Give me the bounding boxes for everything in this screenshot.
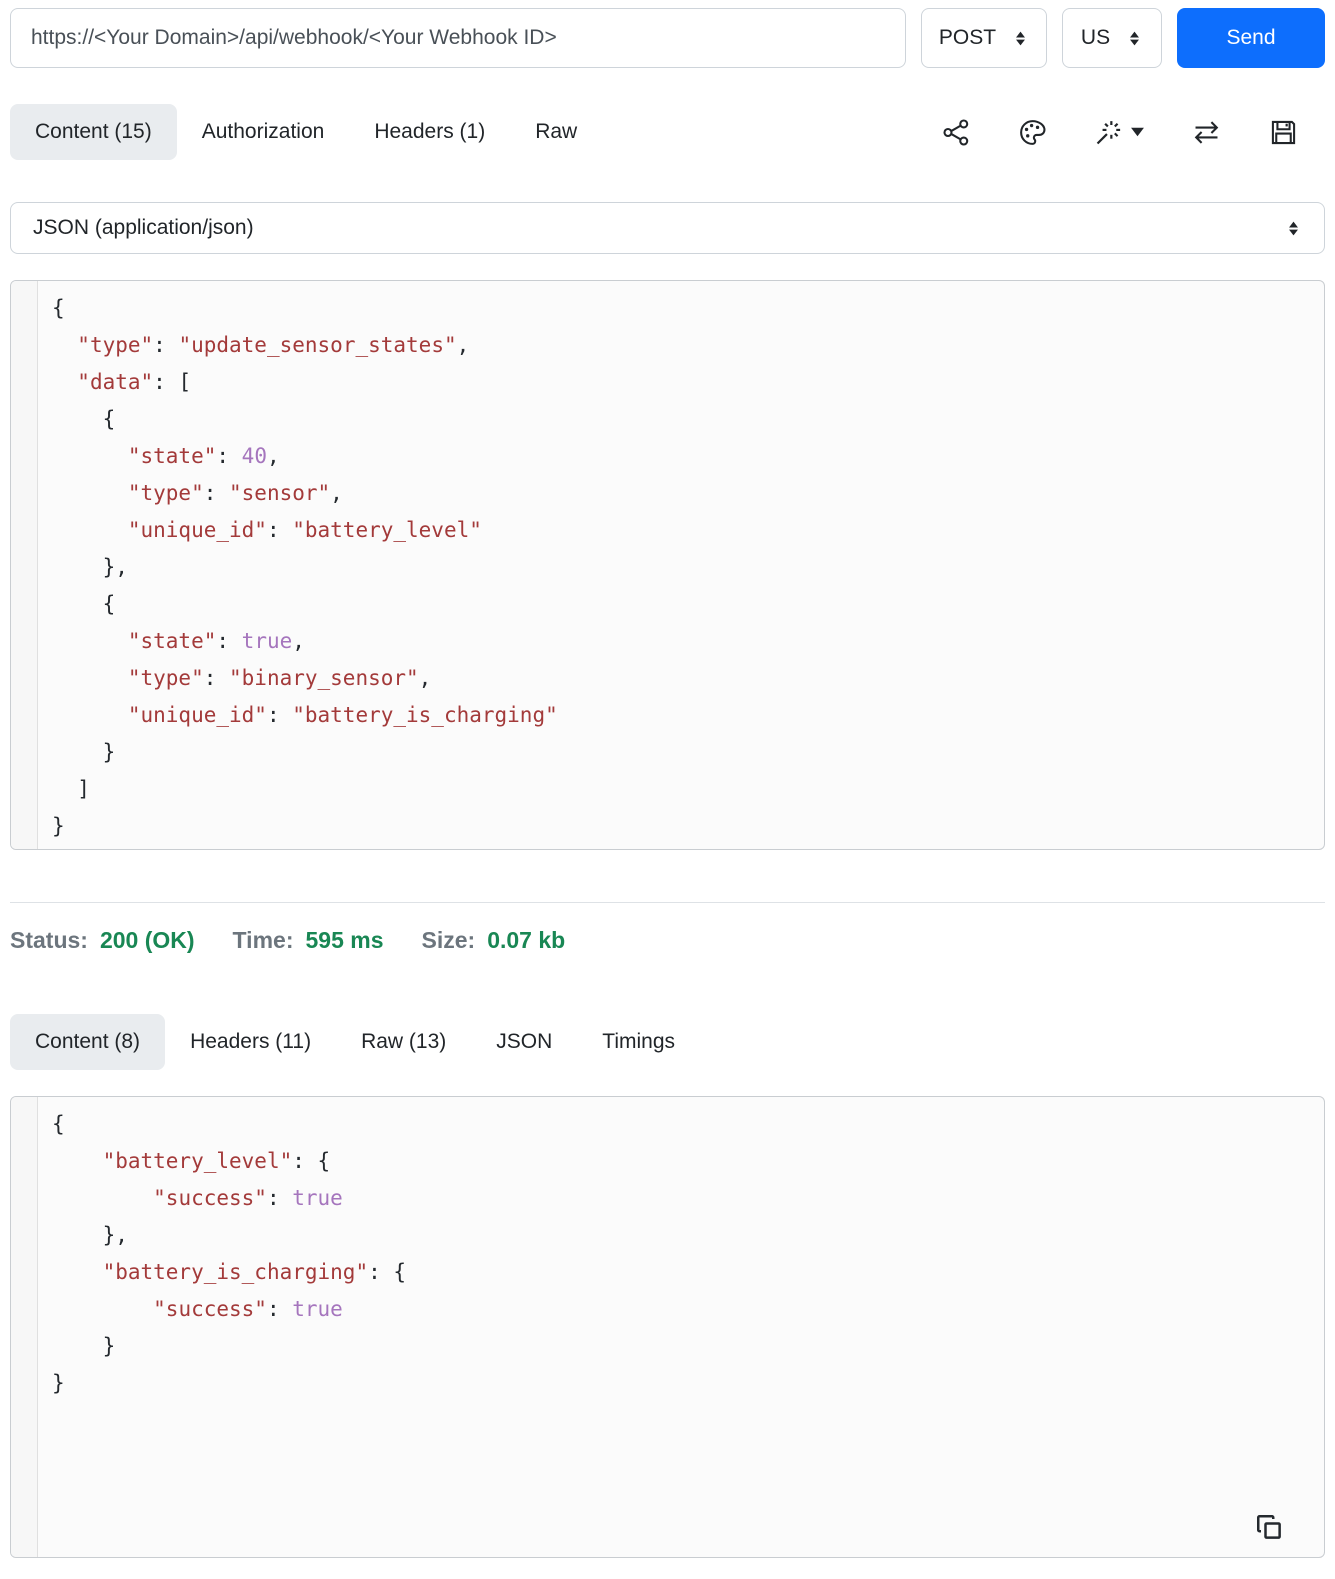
unfold-icon: [1016, 31, 1026, 45]
code-line: {: [52, 592, 116, 616]
tab-headers[interactable]: Headers (1): [349, 104, 510, 160]
code-line: ]: [52, 777, 90, 801]
code-line: },: [52, 1223, 128, 1247]
time-value: 595 ms: [305, 927, 384, 953]
magic-wand-menu-button[interactable]: [1093, 117, 1145, 148]
save-icon: [1271, 120, 1296, 144]
response-tabs: Content (8) Headers (11) Raw (13) JSON Timin…: [10, 1014, 700, 1070]
tab-headers[interactable]: Headers (11): [165, 1014, 336, 1070]
section-divider: [10, 902, 1325, 903]
code-line: }: [52, 740, 116, 764]
tab-authorization[interactable]: Authorization: [177, 104, 350, 160]
request-toolbar: [941, 117, 1325, 148]
code-line: }: [52, 1371, 65, 1395]
size-label: Size:: [421, 927, 476, 953]
code-line: {: [52, 407, 116, 431]
content-type-value: JSON (application/json): [33, 216, 254, 239]
tab-raw[interactable]: Raw: [510, 104, 602, 160]
response-tabs-row: Content (8) Headers (11) Raw (13) JSON Timin…: [10, 1014, 1325, 1070]
method-select-value: POST: [938, 26, 997, 49]
code-line: "state": true,: [127, 629, 305, 653]
save-request-button[interactable]: [1268, 117, 1299, 148]
method-select[interactable]: POST: [921, 8, 1047, 68]
code-line: "data": [: [77, 370, 192, 394]
palette-icon: [1020, 119, 1046, 145]
tab-content[interactable]: Content (8): [10, 1014, 166, 1070]
status-label: Status:: [10, 927, 88, 953]
url-input[interactable]: [10, 8, 906, 68]
unfold-icon: [1289, 221, 1298, 235]
code-line: "type": "update_sensor_states",: [77, 333, 470, 357]
code-line: "unique_id": "battery_level": [127, 518, 482, 542]
code-line: "success": true: [153, 1186, 343, 1210]
swap-button[interactable]: [1190, 117, 1223, 148]
magic-wand-icon: [1096, 120, 1121, 144]
region-select-value: US: [1080, 26, 1111, 49]
status-value: 200 (OK): [99, 927, 195, 953]
caret-down-icon: [1131, 127, 1144, 137]
request-body-editor[interactable]: { "type": "update_sensor_states", "data"…: [10, 280, 1325, 850]
region-select[interactable]: US: [1062, 8, 1162, 68]
response-body-viewer: { "battery_level": { "success": true }, …: [10, 1096, 1325, 1558]
response-status-bar: Status: 200 (OK) Time: 595 ms Size: 0.07…: [10, 927, 1325, 954]
code-line: "battery_level": {: [102, 1149, 331, 1173]
time-label: Time:: [232, 927, 294, 953]
code-line: "battery_is_charging": {: [102, 1260, 407, 1284]
request-tabs-row: Content (15) Authorization Headers (1) Raw: [10, 104, 1325, 160]
code-line: "type": "sensor",: [127, 481, 343, 505]
copy-response-button[interactable]: [1254, 1512, 1284, 1545]
time-group: Time: 595 ms: [233, 927, 384, 954]
code-line: }: [52, 1334, 116, 1358]
tab-timings[interactable]: Timings: [577, 1014, 700, 1070]
tab-content[interactable]: Content (15): [10, 104, 177, 160]
code-line: },: [52, 555, 128, 579]
send-button[interactable]: Send: [1177, 8, 1325, 68]
tab-raw[interactable]: Raw (13): [336, 1014, 471, 1070]
viewer-gutter: [11, 1097, 38, 1557]
editor-gutter: [11, 281, 38, 849]
content-type-select[interactable]: JSON (application/json): [10, 202, 1325, 254]
response-body-code: { "battery_level": { "success": true }, …: [38, 1097, 420, 1557]
theme-button[interactable]: [1017, 117, 1048, 148]
code-line: "unique_id": "battery_is_charging": [127, 703, 558, 727]
request-tabs: Content (15) Authorization Headers (1) Raw: [10, 104, 602, 160]
share-icon: [943, 118, 969, 146]
request-bar: POST US Send: [10, 8, 1325, 68]
share-button[interactable]: [941, 117, 972, 148]
tab-json[interactable]: JSON: [471, 1014, 577, 1070]
code-line: {: [52, 296, 65, 320]
swap-horizontal-icon: [1194, 120, 1219, 144]
code-line: "success": true: [153, 1297, 343, 1321]
code-line: }: [52, 814, 65, 838]
status-group: Status: 200 (OK): [10, 927, 195, 954]
code-line: "state": 40,: [127, 444, 280, 468]
code-line: {: [52, 1112, 65, 1136]
unfold-icon: [1130, 31, 1140, 45]
code-line: "type": "binary_sensor",: [127, 666, 432, 690]
copy-icon: [1257, 1515, 1281, 1539]
request-body-code: { "type": "update_sensor_states", "data"…: [38, 281, 572, 849]
size-group: Size: 0.07 kb: [422, 927, 566, 954]
size-value: 0.07 kb: [487, 927, 566, 953]
